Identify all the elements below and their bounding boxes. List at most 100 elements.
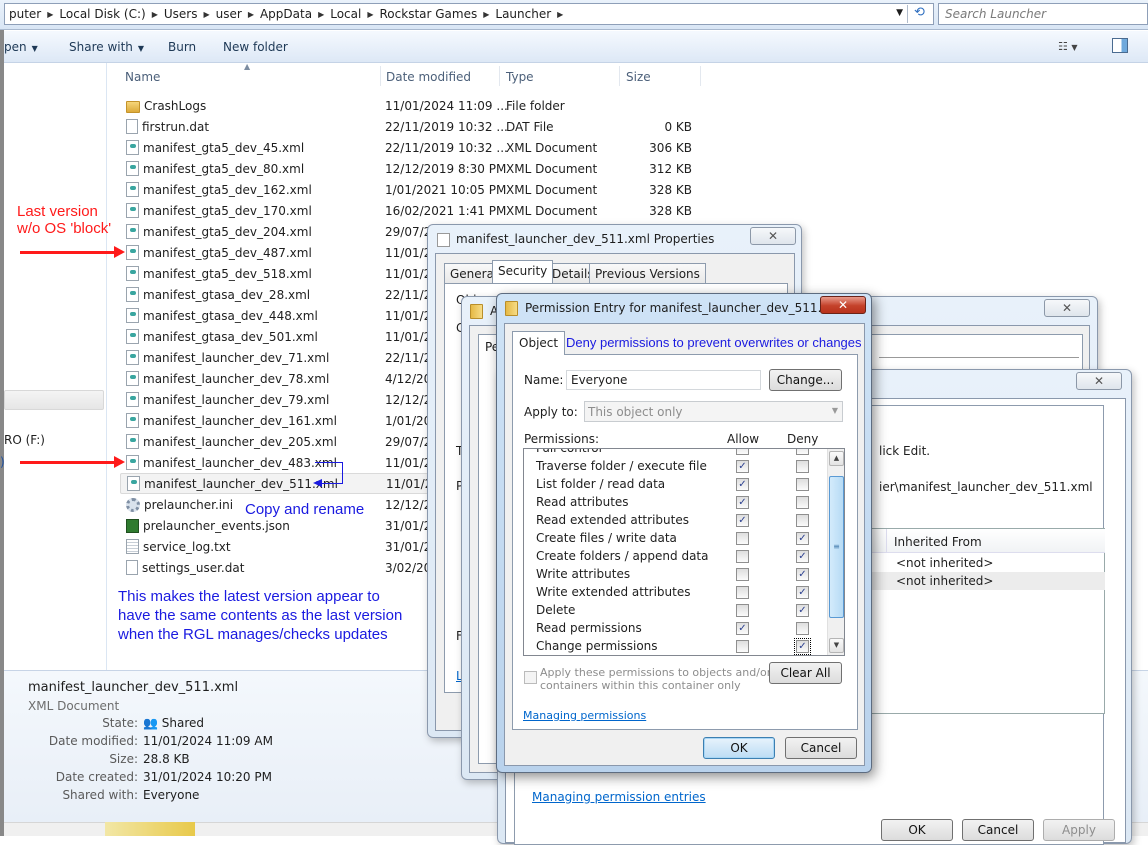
cancel-button[interactable]: Cancel [785, 737, 857, 759]
nav-item-drive[interactable]: RO (F:) [4, 433, 45, 447]
breadcrumb-item[interactable]: Rockstar Games [380, 7, 478, 21]
breadcrumb-item[interactable]: Users [164, 7, 198, 21]
share-with-button[interactable]: Share with ▼ [69, 40, 144, 54]
file-size: 306 KB [649, 140, 692, 155]
managing-permission-entries-link[interactable]: Managing permission entries [532, 790, 706, 804]
deny-checkbox[interactable]: ✓ [796, 604, 809, 617]
file-row[interactable]: CrashLogs 11/01/2024 11:09 ... File folder [120, 95, 720, 116]
scroll-down-icon[interactable]: ▼ [829, 638, 844, 653]
new-folder-button[interactable]: New folder [223, 40, 288, 54]
file-row[interactable]: firstrun.dat 22/11/2019 10:32 ... DAT File… [120, 116, 720, 137]
breadcrumb-item[interactable]: Local Disk (C:) [59, 7, 145, 21]
ini-file-icon [126, 497, 140, 512]
deny-checkbox[interactable] [796, 478, 809, 491]
xml-file-icon [126, 161, 139, 176]
deny-checkbox[interactable] [796, 622, 809, 635]
scroll-thumb[interactable]: ≡ [829, 476, 844, 618]
deny-checkbox[interactable] [796, 496, 809, 509]
allow-checkbox[interactable] [736, 568, 749, 581]
allow-checkbox[interactable]: ✓ [736, 514, 749, 527]
deny-checkbox[interactable]: ✓ [796, 586, 809, 599]
column-divider[interactable] [619, 66, 620, 86]
close-button[interactable]: ✕ [1044, 299, 1090, 317]
tab-object[interactable]: Object [512, 331, 566, 355]
deny-checkbox[interactable]: ✓ [794, 638, 811, 655]
breadcrumb-separator-icon[interactable]: ▶ [248, 10, 254, 19]
column-divider[interactable] [499, 66, 500, 86]
allow-checkbox[interactable]: ✓ [736, 496, 749, 509]
column-type[interactable]: Type [506, 70, 534, 84]
file-size: 312 KB [649, 161, 692, 176]
breadcrumb-separator-icon[interactable]: ▶ [367, 10, 373, 19]
breadcrumb-item[interactable]: AppData [260, 7, 312, 21]
file-date: 22/11/2 [385, 350, 432, 365]
cancel-button[interactable]: Cancel [962, 819, 1034, 841]
allow-checkbox[interactable] [736, 640, 749, 653]
clear-all-button[interactable]: Clear All [769, 662, 842, 684]
refresh-icon[interactable]: ⟲ [907, 5, 931, 23]
deny-checkbox[interactable]: ✓ [796, 568, 809, 581]
nav-selected-item[interactable] [4, 390, 104, 410]
apply-within-checkbox[interactable] [524, 671, 537, 684]
breadcrumb-separator-icon[interactable]: ▶ [203, 10, 209, 19]
file-row[interactable]: manifest_gta5_dev_45.xml 22/11/2019 10:32… [120, 137, 720, 158]
nav-item-fragment[interactable]: ) [0, 455, 5, 469]
column-inherited-from[interactable]: Inherited From [894, 535, 982, 549]
preview-pane-icon[interactable] [1112, 38, 1128, 53]
allow-checkbox[interactable] [736, 604, 749, 617]
apply-to-select[interactable]: This object only ▼ [584, 401, 843, 422]
change-button[interactable]: Change... [769, 369, 842, 391]
address-dropdown-icon[interactable]: ▼ [896, 8, 903, 18]
ok-button[interactable]: OK [881, 819, 953, 841]
file-row[interactable]: manifest_gta5_dev_170.xml 16/02/2021 1:41… [120, 200, 720, 221]
name-field[interactable]: Everyone [566, 370, 761, 390]
breadcrumb-separator-icon[interactable]: ▶ [318, 10, 324, 19]
file-row[interactable]: manifest_gta5_dev_80.xml 12/12/2019 8:30 … [120, 158, 720, 179]
allow-checkbox[interactable] [736, 449, 749, 455]
permission-name: List folder / read data [536, 477, 666, 491]
breadcrumb-item[interactable]: user [216, 7, 242, 21]
column-size[interactable]: Size [626, 70, 651, 84]
column-divider[interactable] [380, 66, 381, 86]
breadcrumb-separator-icon[interactable]: ▶ [557, 10, 563, 19]
close-button[interactable]: ✕ [1076, 372, 1122, 390]
allow-checkbox[interactable] [736, 532, 749, 545]
tab-previous-versions[interactable]: Previous Versions [589, 263, 706, 283]
apply-button[interactable]: Apply [1043, 819, 1115, 841]
close-button[interactable]: ✕ [750, 227, 796, 245]
file-name: manifest_gta5_dev_487.xml [143, 245, 312, 260]
breadcrumb-item[interactable]: Launcher [495, 7, 551, 21]
breadcrumb-separator-icon[interactable]: ▶ [152, 10, 158, 19]
deny-checkbox[interactable] [796, 514, 809, 527]
deny-checkbox[interactable]: ✓ [796, 532, 809, 545]
column-date-modified[interactable]: Date modified [386, 70, 471, 84]
file-row[interactable]: manifest_gta5_dev_162.xml 1/01/2021 10:05… [120, 179, 720, 200]
allow-checkbox[interactable] [736, 550, 749, 563]
tab-security[interactable]: Security [492, 260, 554, 283]
address-bar[interactable]: puter ▶ Local Disk (C:) ▶ Users ▶ user ▶ AppData… [4, 3, 934, 25]
ok-button[interactable]: OK [703, 737, 775, 759]
file-date: 12/12/2019 8:30 PM [385, 161, 507, 176]
allow-checkbox[interactable] [736, 586, 749, 599]
column-name[interactable]: Name [125, 70, 160, 84]
breadcrumb-item[interactable]: puter [9, 7, 41, 21]
allow-checkbox[interactable]: ✓ [736, 460, 749, 473]
deny-checkbox[interactable] [796, 460, 809, 473]
breadcrumb-separator-icon[interactable]: ▶ [47, 10, 53, 19]
managing-permissions-link[interactable]: Managing permissions [523, 709, 646, 722]
column-divider[interactable] [886, 529, 887, 553]
view-options-icon[interactable]: ☷ ▼ [1058, 40, 1078, 53]
close-button[interactable]: ✕ [820, 296, 866, 314]
allow-checkbox[interactable]: ✓ [736, 478, 749, 491]
deny-checkbox[interactable]: ✓ [796, 550, 809, 563]
scrollbar[interactable]: ▲ ≡ ▼ [827, 449, 844, 655]
open-button[interactable]: pen ▼ [4, 40, 38, 54]
scroll-up-icon[interactable]: ▲ [829, 451, 844, 466]
breadcrumb-separator-icon[interactable]: ▶ [483, 10, 489, 19]
deny-checkbox[interactable] [796, 449, 809, 455]
column-divider[interactable] [700, 66, 701, 86]
burn-button[interactable]: Burn [168, 40, 196, 54]
breadcrumb-item[interactable]: Local [330, 7, 361, 21]
search-input[interactable]: Search Launcher [938, 3, 1148, 25]
allow-checkbox[interactable]: ✓ [736, 622, 749, 635]
